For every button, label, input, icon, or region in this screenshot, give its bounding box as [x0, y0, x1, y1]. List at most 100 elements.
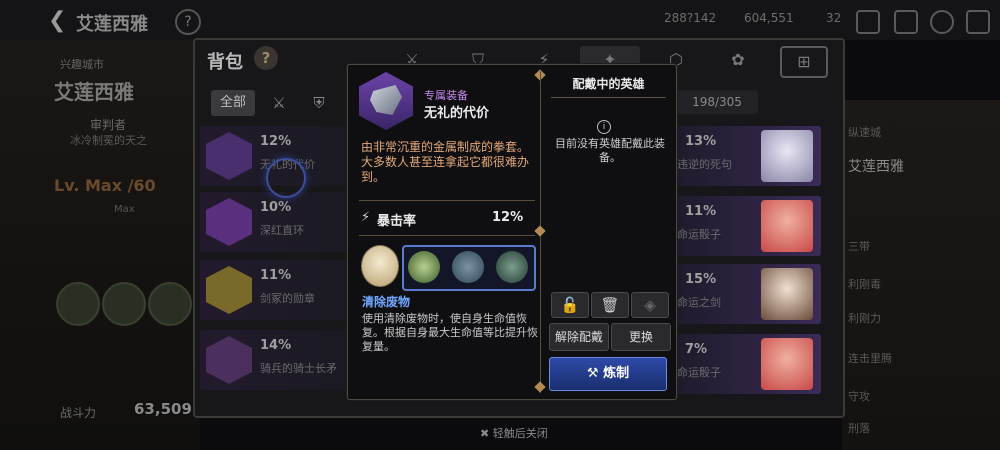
inventory-count: 198/305	[676, 90, 758, 114]
item-name: 深红直环	[260, 224, 304, 237]
trash-icon: 🗑	[600, 296, 620, 314]
item-icon	[206, 266, 252, 314]
divider	[359, 235, 535, 236]
hero-max-label: Max	[114, 204, 135, 215]
inventory-title: 背包	[207, 52, 243, 73]
equipment-description: 由非常沉重的金属制成的拳套。大多数人甚至连拿起它都很难办到。	[361, 140, 530, 184]
gem-icon: ◈	[644, 296, 656, 314]
inventory-item[interactable]: 7% 命运骰子	[673, 334, 821, 394]
stat-name: 暴击率	[377, 214, 417, 229]
hero-portrait	[761, 338, 813, 390]
equipment-info-section: 专属装备 无礼的代价 由非常沉重的金属制成的拳套。大多数人甚至连拿起它都很难办到…	[348, 65, 540, 399]
skill-1-icon[interactable]	[408, 251, 440, 283]
hero-portrait	[761, 200, 813, 252]
top-bar	[0, 0, 1000, 40]
inventory-item[interactable]: 15% 命运之剑	[673, 264, 821, 324]
tab-sort-icon[interactable]: ⊞	[780, 46, 828, 78]
item-stat: 11%	[260, 268, 292, 283]
resource-crystal: 32	[826, 11, 842, 25]
item-stat: 14%	[260, 338, 292, 353]
info-icon: i	[597, 120, 611, 134]
item-icon	[206, 132, 252, 180]
resource-stamina: 288?142	[664, 11, 717, 25]
hero-avatar[interactable]	[361, 245, 399, 287]
inventory-help-icon[interactable]: ?	[254, 46, 278, 70]
menu-grid-icon[interactable]	[966, 10, 990, 34]
item-stat: 12%	[260, 134, 292, 149]
lock-button[interactable]: 🔓	[551, 292, 589, 318]
hero-level: Lv. Max /60	[54, 176, 156, 195]
filter-weapon-icon[interactable]: ⚔	[264, 90, 294, 116]
skill-slot-icon[interactable]	[102, 282, 146, 326]
inventory-item[interactable]: 10% 深红直环	[200, 192, 348, 252]
combat-power-label: 战斗力	[60, 406, 97, 420]
right-hero-name: 艾莲西雅	[848, 159, 904, 175]
item-icon	[206, 336, 252, 384]
item-name: 命运之剑	[677, 296, 721, 309]
close-hint-text: 轻触后关闭	[492, 427, 548, 440]
right-text: 利刚力	[848, 312, 881, 325]
right-text: 三带	[848, 240, 870, 253]
hero-class: 审判者	[90, 118, 127, 132]
equipment-name: 无礼的代价	[424, 106, 490, 121]
right-text: 守攻	[848, 390, 870, 403]
skill-3-icon[interactable]	[496, 251, 528, 283]
inventory-item[interactable]: 11% 命运骰子	[673, 196, 821, 256]
skill-slot-icon[interactable]	[56, 282, 100, 326]
no-hero-message: 目前没有英雄配戴此装备。	[555, 137, 665, 164]
combat-power-value: 63,509	[134, 400, 192, 418]
item-name: 命运骰子	[677, 228, 721, 241]
right-text: 连击里腾	[848, 352, 892, 365]
help-icon[interactable]: ?	[175, 9, 201, 35]
skill-slot-icon[interactable]	[148, 282, 192, 326]
equipped-hero-title: 配戴中的英雄	[572, 77, 645, 91]
item-name: 剑冢的勋章	[260, 292, 315, 305]
hero-portrait	[761, 268, 813, 320]
forge-label: 炼制	[603, 366, 630, 381]
touch-cursor-indicator	[266, 158, 306, 198]
item-icon	[206, 198, 252, 246]
anvil-icon: ⚒	[586, 366, 604, 381]
right-text: 纵速城	[848, 126, 881, 139]
inventory-item[interactable]: 13% 违逆的死句	[673, 126, 821, 186]
equipment-type: 专属装备	[424, 89, 468, 102]
item-stat: 15%	[685, 272, 717, 287]
resource-gold: 604,551	[744, 11, 794, 25]
tab-material-icon[interactable]: ✿	[722, 46, 754, 74]
mail-icon[interactable]	[894, 10, 918, 34]
crit-rate-icon: ⚡	[361, 210, 371, 225]
hero-portrait	[761, 130, 813, 182]
forge-button[interactable]: ⚒ 炼制	[549, 357, 667, 391]
skill-2-icon[interactable]	[452, 251, 484, 283]
page-title: 艾莲西雅	[76, 14, 148, 35]
item-name: 命运骰子	[677, 366, 721, 379]
inventory-item[interactable]: 14% 骑兵的骑士长矛	[200, 330, 348, 390]
skill-selector[interactable]	[402, 245, 536, 291]
filter-all-button[interactable]: 全部	[211, 90, 255, 116]
close-icon: ✖	[480, 427, 493, 440]
divider	[551, 97, 666, 98]
convert-button[interactable]: ◈	[631, 292, 669, 318]
delete-button[interactable]: 🗑	[591, 292, 629, 318]
replace-button[interactable]: 更换	[611, 323, 671, 351]
item-name: 违逆的死句	[677, 158, 732, 171]
inventory-icon[interactable]	[856, 10, 880, 34]
hero-name: 艾莲西雅	[54, 80, 134, 104]
close-hint[interactable]: ✖ 轻触后关闭	[480, 425, 548, 441]
item-stat: 10%	[260, 200, 292, 215]
equipped-hero-section: 配戴中的英雄 i 目前没有英雄配戴此装备。 🔓 🗑 ◈ 解除配戴 更换 ⚒ 炼制	[541, 65, 676, 399]
chat-icon[interactable]	[930, 10, 954, 34]
right-text: 刑落	[848, 422, 870, 435]
right-text: 利刚毒	[848, 278, 881, 291]
item-stat: 7%	[685, 342, 708, 357]
filter-shield-icon[interactable]: ⛨	[304, 90, 334, 116]
equipment-detail-popup: 专属装备 无礼的代价 由非常沉重的金属制成的拳套。大多数人甚至连拿起它都很难办到…	[347, 64, 677, 400]
skill-name: 清除废物	[362, 295, 411, 309]
back-arrow-icon[interactable]: ❮	[48, 8, 66, 33]
item-name: 骑兵的骑士长矛	[260, 362, 337, 375]
item-stat: 13%	[685, 134, 717, 149]
inventory-item[interactable]: 11% 剑冢的勋章	[200, 260, 348, 320]
divider	[359, 200, 535, 201]
item-stat: 11%	[685, 204, 717, 219]
unequip-button[interactable]: 解除配戴	[549, 323, 609, 351]
